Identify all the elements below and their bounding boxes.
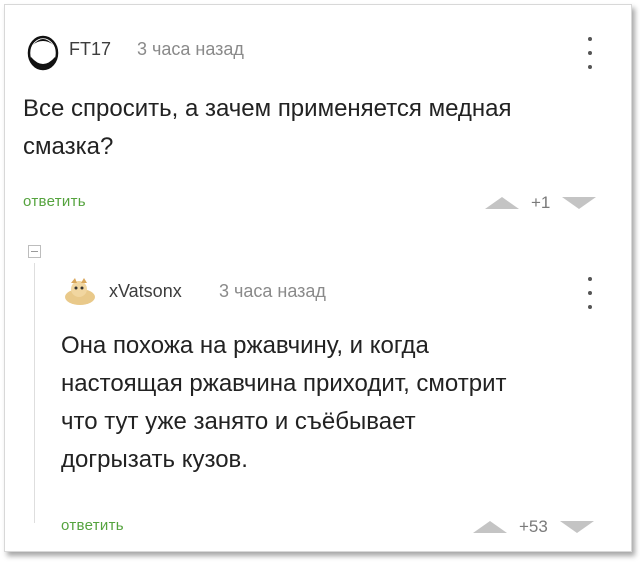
comment-line: что тут уже занято и съёбывает (61, 408, 416, 435)
comment-line: настоящая ржавчина приходит, смотрит (61, 370, 507, 397)
vote-score: +1 (531, 193, 551, 212)
vote-controls: +1 (485, 193, 597, 213)
comment-line: смазка? (23, 133, 114, 160)
collapse-thread-icon[interactable] (28, 245, 41, 258)
upvote-icon[interactable] (473, 521, 507, 533)
more-menu-icon[interactable] (587, 37, 593, 69)
comment-line: Все спросить, а зачем применяется медная (23, 95, 512, 122)
comment-time: 3 часа назад (137, 39, 244, 59)
comment-line: догрызать кузов. (61, 446, 248, 473)
comment-line: Она похожа на ржавчину, и когда (61, 332, 429, 359)
comment-time: 3 часа назад (219, 281, 326, 301)
reply-link[interactable]: ответить (61, 517, 124, 534)
downvote-icon[interactable] (562, 197, 597, 209)
avatar-ft17[interactable] (27, 35, 59, 71)
downvote-icon[interactable] (559, 521, 594, 533)
avatar-xvatsonx[interactable] (62, 275, 98, 307)
comments-panel: FT17 3 часа назад Все спросить, а зачем … (4, 4, 632, 552)
reply-link[interactable]: ответить (23, 193, 86, 210)
thread-line[interactable] (34, 263, 35, 523)
comment-body: Все спросить, а зачем применяется медная… (23, 90, 512, 166)
comment-author[interactable]: FT17 (69, 39, 111, 60)
more-menu-icon[interactable] (587, 277, 593, 309)
upvote-icon[interactable] (485, 197, 519, 209)
vote-score: +53 (519, 517, 548, 536)
vote-controls: +53 (473, 517, 594, 537)
comment-author[interactable]: xVatsonx (109, 281, 182, 302)
comment-body: Она похожа на ржавчину, и когда настояща… (61, 327, 506, 479)
